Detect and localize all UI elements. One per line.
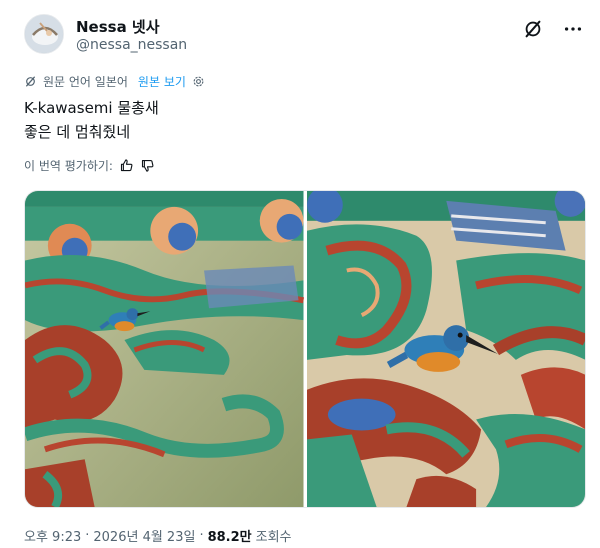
photo-2-image <box>306 191 585 507</box>
views-label: 조회수 <box>255 530 292 545</box>
thumbs-down-icon[interactable] <box>140 158 155 173</box>
gear-icon[interactable] <box>192 75 205 88</box>
tweet-line-2: 좋은 데 멈춰줬네 <box>24 123 131 141</box>
photo-1-image <box>25 191 304 507</box>
photo-1[interactable] <box>25 191 304 507</box>
tweet-text: K-kawasemi 물총새 좋은 데 멈춰줬네 <box>24 96 159 144</box>
user-handle[interactable]: @nessa_nessan <box>76 37 187 53</box>
photo-2[interactable] <box>306 191 585 507</box>
thumbs-up-icon[interactable] <box>119 158 134 173</box>
tweet-time[interactable]: 오후 9:23 <box>24 526 81 545</box>
translation-info: 원문 언어 일본어 원본 보기 <box>24 73 205 90</box>
grok-icon[interactable] <box>522 18 544 40</box>
tweet-meta: 오후 9:23 · 2026년 4월 23일 · 88.2만 조회수 <box>24 526 292 545</box>
tweet-header: Nessa 넷사 @nessa_nessan <box>24 14 584 58</box>
rate-translation: 이 번역 평가하기: <box>24 157 155 174</box>
avatar-image <box>25 15 63 53</box>
meta-separator: · <box>199 528 204 543</box>
rate-translation-label: 이 번역 평가하기: <box>24 159 113 173</box>
tweet-line-1: K-kawasemi 물총새 <box>24 99 159 117</box>
display-name[interactable]: Nessa 넷사 <box>76 16 160 37</box>
meta-separator: · <box>85 528 90 543</box>
header-actions <box>522 18 584 40</box>
translation-source-label: 원문 언어 일본어 <box>43 75 128 89</box>
tweet-media <box>24 190 586 508</box>
grok-small-icon <box>26 76 35 87</box>
more-icon[interactable] <box>562 18 584 40</box>
avatar[interactable] <box>24 14 64 54</box>
views-count: 88.2만 <box>207 530 252 545</box>
tweet-date[interactable]: 2026년 4월 23일 <box>93 526 195 545</box>
show-original-link[interactable]: 원본 보기 <box>138 73 186 90</box>
